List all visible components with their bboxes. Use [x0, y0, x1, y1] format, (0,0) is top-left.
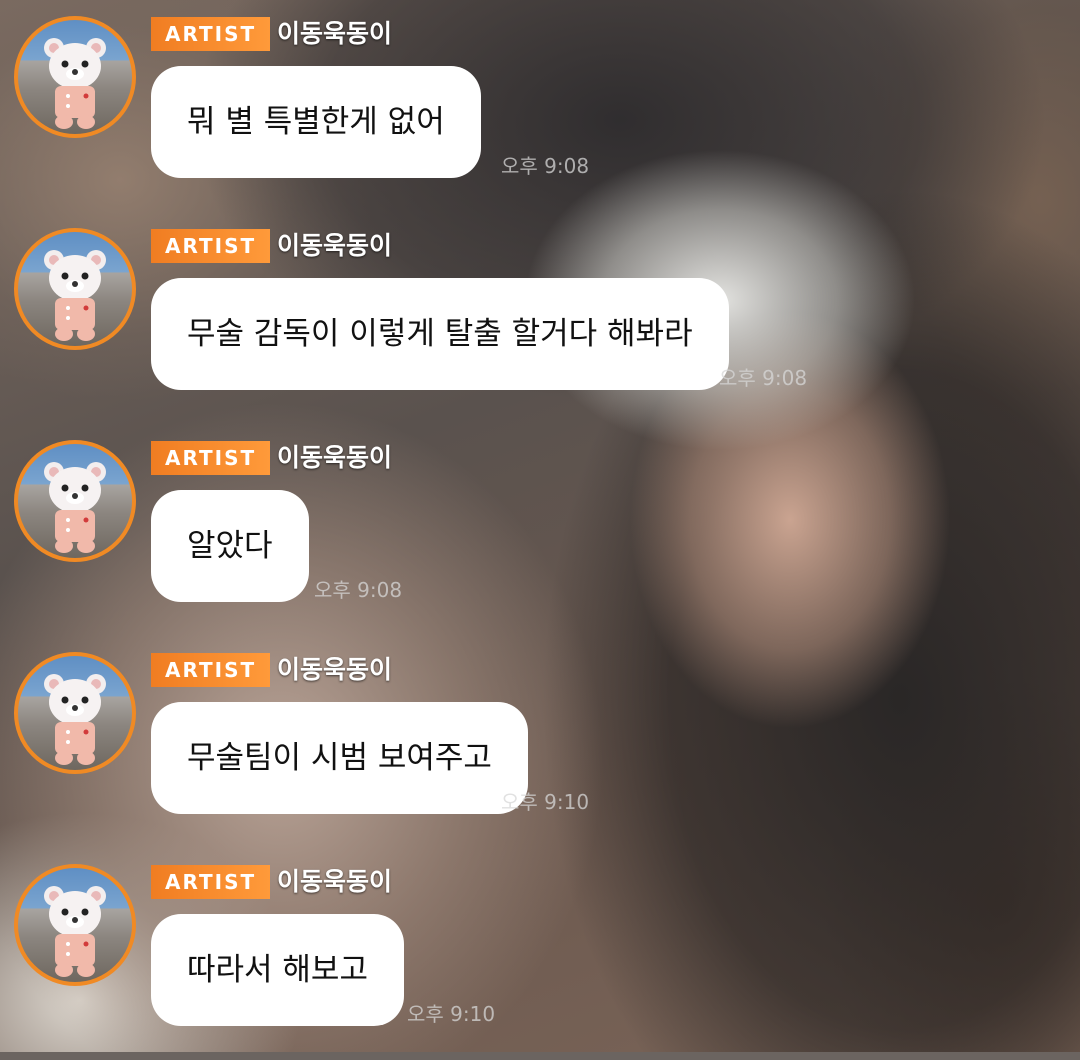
plush-bear-avatar-icon[interactable]	[14, 440, 136, 562]
chat-message: ARTIST 이동욱동이 무술팀이 시범 보여주고 오후 9:10	[0, 636, 1080, 848]
message-bubble[interactable]: 따라서 해보고	[151, 914, 404, 1026]
plush-bear-avatar-icon[interactable]	[14, 16, 136, 138]
message-bubble[interactable]: 알았다	[151, 490, 309, 602]
sender-name[interactable]: 이동욱동이	[277, 865, 392, 899]
plush-bear-avatar-icon[interactable]	[14, 228, 136, 350]
artist-badge: ARTIST	[151, 229, 271, 263]
message-bubble[interactable]: 무술 감독이 이렇게 탈출 할거다 해봐라	[151, 278, 729, 390]
plush-bear-avatar-icon[interactable]	[14, 864, 136, 986]
sender-name[interactable]: 이동욱동이	[277, 17, 392, 51]
chat-message: ARTIST 이동욱동이 무술 감독이 이렇게 탈출 할거다 해봐라 오후 9:…	[0, 212, 1080, 424]
plush-bear-avatar-icon[interactable]	[14, 652, 136, 774]
artist-badge: ARTIST	[151, 653, 271, 687]
message-time: 오후 9:10	[407, 1002, 496, 1026]
chat-message: ARTIST 이동욱동이 뭐 별 특별한게 없어 오후 9:08	[0, 0, 1080, 212]
message-time: 오후 9:08	[314, 578, 403, 602]
artist-badge: ARTIST	[151, 441, 271, 475]
sender-name[interactable]: 이동욱동이	[277, 653, 392, 687]
chat-message: ARTIST 이동욱동이 알았다 오후 9:08	[0, 424, 1080, 636]
message-time: 오후 9:10	[501, 790, 590, 814]
sender-name[interactable]: 이동욱동이	[277, 441, 392, 475]
artist-badge: ARTIST	[151, 17, 271, 51]
message-bubble[interactable]: 뭐 별 특별한게 없어	[151, 66, 481, 178]
sender-name[interactable]: 이동욱동이	[277, 229, 392, 263]
chat-message: ARTIST 이동욱동이 따라서 해보고 오후 9:10	[0, 848, 1080, 1060]
message-time: 오후 9:08	[719, 366, 808, 390]
message-time: 오후 9:08	[501, 154, 590, 178]
artist-badge: ARTIST	[151, 865, 271, 899]
message-bubble[interactable]: 무술팀이 시범 보여주고	[151, 702, 528, 814]
